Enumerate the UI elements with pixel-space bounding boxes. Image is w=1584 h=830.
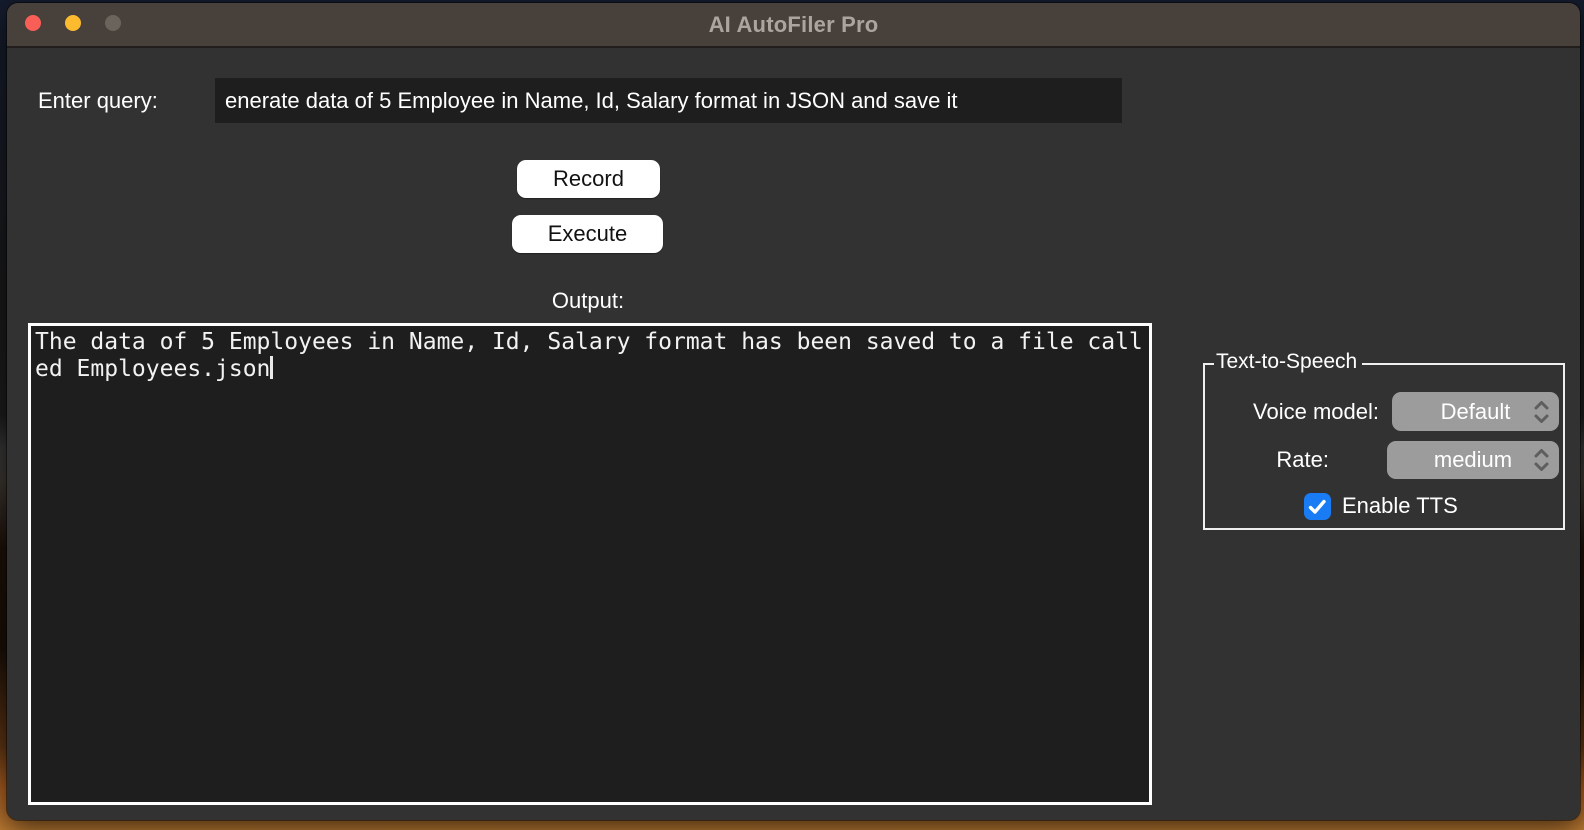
query-input[interactable] — [215, 78, 1122, 123]
voice-model-value: Default — [1440, 398, 1511, 424]
text-cursor — [270, 356, 274, 379]
execute-button[interactable]: Execute — [512, 215, 663, 253]
rate-value: medium — [1433, 447, 1513, 472]
rate-label: Rate: — [1276, 447, 1329, 472]
output-textarea[interactable]: The data of 5 Employees in Name, Id, Sal… — [28, 323, 1152, 805]
minimize-button[interactable] — [65, 15, 81, 31]
output-text: The data of 5 Employees in Name, Id, Sal… — [35, 329, 1143, 382]
voice-model-label: Voice model: — [1253, 399, 1379, 424]
enable-tts-checkbox[interactable] — [1304, 493, 1331, 520]
enable-tts-label: Enable TTS — [1342, 493, 1458, 518]
chevron-up-down-icon — [1534, 400, 1549, 423]
voice-model-select[interactable]: Default — [1392, 392, 1559, 431]
record-button[interactable]: Record — [517, 160, 660, 198]
zoom-button[interactable] — [105, 15, 121, 31]
traffic-lights — [25, 15, 121, 31]
output-label: Output: — [551, 288, 625, 313]
window-title: AI AutoFiler Pro — [708, 11, 879, 37]
rate-select[interactable]: medium — [1387, 441, 1559, 479]
checkmark-icon — [1308, 499, 1326, 514]
app-window: AI AutoFiler Pro Enter query: Record Exe… — [7, 3, 1580, 820]
close-button[interactable] — [25, 15, 41, 31]
title-bar[interactable]: AI AutoFiler Pro — [7, 3, 1580, 48]
enter-query-label: Enter query: — [38, 88, 158, 113]
tts-group-title: Text-to-Speech — [1214, 350, 1363, 374]
chevron-up-down-icon — [1534, 449, 1549, 471]
tts-group: Text-to-Speech Voice model: Default Rate… — [1203, 350, 1565, 530]
